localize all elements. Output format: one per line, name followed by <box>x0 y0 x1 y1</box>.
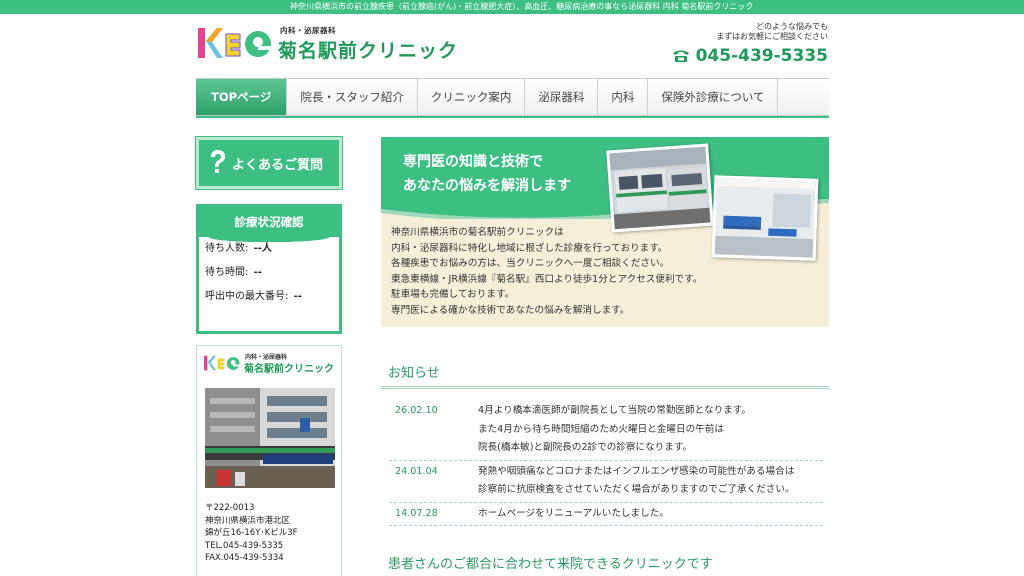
status-row-current-number: 呼出中の最大番号: -- <box>199 285 339 309</box>
main-nav: TOPページ 院長・スタッフ紹介 クリニック案内 泌尿器科 内科 保険外診療につ… <box>196 78 829 116</box>
hero-paragraph: 内科・泌尿器科に特化し地域に根ざした診療を行っております。 <box>391 242 668 254</box>
news-body: 4月より橋本滴医師が副院長として当院の常勤医師となります。 また4月から待ち時間… <box>478 402 751 458</box>
hero-paragraph: 東急東横線・JR横浜線『菊名駅』西口より徒歩1分とアクセス便利です。 <box>391 273 703 285</box>
status-value: --人 <box>253 243 272 254</box>
hero-title-line2: あなたの悩みを解消します <box>403 178 571 194</box>
status-value: -- <box>253 267 262 278</box>
logo-title: 菊名駅前クリニック <box>278 40 459 62</box>
news-line: ホームページをリニューアルいたしました。 <box>478 507 669 519</box>
hero-title: 専門医の知識と技術で あなたの悩みを解消します <box>403 150 571 198</box>
logo-subtitle: 内科・泌尿器科 <box>280 26 336 35</box>
nav-item-staff[interactable]: 院長・スタッフ紹介 <box>287 79 418 115</box>
news-heading: お知らせ <box>381 362 829 389</box>
kee-logo-icon <box>203 355 240 371</box>
status-label: 待ち時間: <box>205 267 249 278</box>
clinic-building-photo <box>205 388 335 488</box>
news-item: 26.02.10 4月より橋本滴医師が副院長として当院の常勤医師となります。 ま… <box>389 400 823 461</box>
consultation-status-box: 診療状況確認 待ち人数: --人 待ち時間: -- 呼出中の最大番号: -- <box>196 204 342 334</box>
status-label: 呼出中の最大番号: <box>205 291 289 302</box>
kee-logo-icon <box>198 28 271 58</box>
clinic-address: 〒222-0013 神奈川県横浜市港北区 錦が丘16-16Y･Kビル3F TEL… <box>205 502 298 565</box>
status-title: 診療状況確認 <box>199 207 339 243</box>
train-photo <box>606 143 714 233</box>
address-postal: 〒222-0013 <box>205 503 255 513</box>
news-line: 発熱や咽頭痛などコロナまたはインフルエンザ感染の可能性がある場合は <box>478 465 795 477</box>
news-line: 院長(橋本敏)と副院長の2診での診察になります。 <box>478 442 693 453</box>
news-date: 14.07.28 <box>395 507 438 519</box>
nav-item-internal-medicine[interactable]: 内科 <box>598 79 649 115</box>
address-tel: TEL.045-439-5335 <box>205 540 284 551</box>
section-heading: 患者さんのご都合に合わせて来院できるクリニックです <box>381 553 829 576</box>
hero-description: 神奈川県横浜市の菊名駅前クリニックは 内科・泌尿器科に特化し地域に根ざした診療を… <box>391 225 702 318</box>
status-value: -- <box>293 291 302 302</box>
info-logo-title: 菊名駅前クリニック <box>244 364 334 375</box>
hero-banner: 専門医の知識と技術で あなたの悩みを解消します 神奈川県横浜市の菊名駅前クリニッ… <box>381 137 829 327</box>
nav-item-self-pay[interactable]: 保険外診療について <box>648 79 779 115</box>
address-building: 錦が丘16-16Y･Kビル3F <box>205 528 298 538</box>
news-line: また4月から待ち時間短縮のため火曜日と金曜日の午前は <box>478 423 724 435</box>
status-label: 待ち人数: <box>205 243 249 254</box>
news-list: 26.02.10 4月より橋本滴医師が副院長として当院の常勤医師となります。 ま… <box>389 400 823 526</box>
news-date: 24.01.04 <box>395 465 438 477</box>
question-icon <box>211 150 225 173</box>
hero-paragraph: 各種疾患でお悩みの方は、当クリニックへ一度ご相談ください。 <box>391 258 670 269</box>
address-fax: FAX.045-439-5334 <box>205 553 284 563</box>
site-logo[interactable]: 内科・泌尿器科 菊名駅前クリニック <box>196 24 459 64</box>
header-contact: どのような悩みでも まずはお気軽にご相談ください 045-439-5335 <box>672 22 828 66</box>
info-logo[interactable]: 内科・泌尿器科 菊名駅前クリニック <box>203 352 337 376</box>
news-body: 発熱や咽頭痛などコロナまたはインフルエンザ感染の可能性がある場合は 診察前に抗原… <box>478 463 795 500</box>
faq-button[interactable]: よくあるご質問 <box>195 136 343 190</box>
clinic-info-box: 内科・泌尿器科 菊名駅前クリニック 〒222-0013 神奈川県横浜市港北区 錦… <box>196 345 342 576</box>
status-row-waiting-time: 待ち時間: -- <box>199 261 339 285</box>
nav-item-urology[interactable]: 泌尿器科 <box>525 79 599 115</box>
header-phone[interactable]: 045-439-5335 <box>672 46 828 66</box>
hero-paragraph: 専門医による確かな技術であなたの悩みを解消します。 <box>391 304 630 316</box>
header-note-line2: まずはお気軽にご相談ください <box>716 32 828 41</box>
address-city: 神奈川県横浜市港北区 <box>205 515 291 526</box>
faq-label: よくあるご質問 <box>232 157 324 173</box>
news-item: 24.01.04 発熱や咽頭痛などコロナまたはインフルエンザ感染の可能性がある場… <box>389 461 823 503</box>
site-tagline: 神奈川県横浜市の前立腺疾患（前立腺癌(がん)・前立腺肥大症）、高血圧、糖尿病治療… <box>0 0 1024 14</box>
nav-item-clinic-info[interactable]: クリニック案内 <box>418 79 526 115</box>
waiting-room-photo <box>711 175 819 261</box>
phone-number: 045-439-5335 <box>695 46 828 66</box>
news-date: 26.02.10 <box>395 405 438 416</box>
header-note-line1: どのような悩みでも <box>756 22 828 31</box>
hero-title-line1: 専門医の知識と技術で <box>403 154 543 170</box>
phone-icon <box>672 50 689 62</box>
news-line: 診察前に抗原検査をさせていただく場合がありますのでご了承ください。 <box>478 484 795 495</box>
hero-paragraph: 駐車場も完備しております。 <box>391 289 515 300</box>
news-item: 14.07.28 ホームページをリニューアルいたしました。 <box>389 503 823 526</box>
nav-item-top[interactable]: TOPページ <box>196 79 288 115</box>
news-line: 4月より橋本滴医師が副院長として当院の常勤医師となります。 <box>478 405 751 416</box>
news-body: ホームページをリニューアルいたしました。 <box>478 505 669 524</box>
hero-paragraph: 神奈川県横浜市の菊名駅前クリニックは <box>391 227 564 238</box>
